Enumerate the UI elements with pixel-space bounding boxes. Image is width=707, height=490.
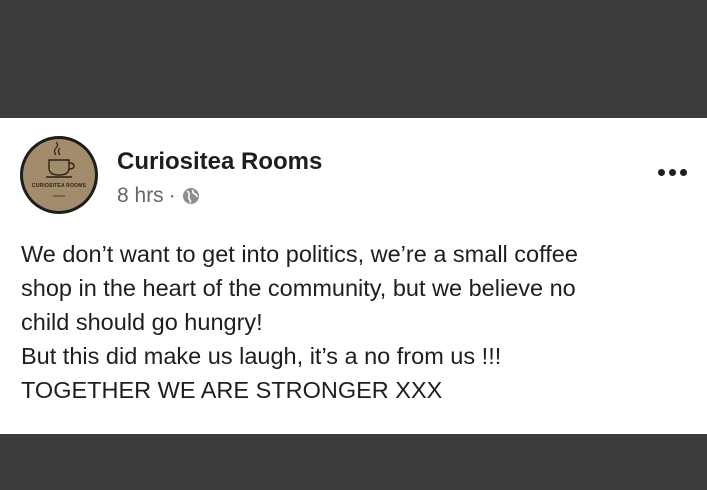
page-avatar[interactable]: CURIOSITEA ROOMS <box>20 136 98 214</box>
coffee-cup-icon <box>46 141 75 197</box>
page-name-link[interactable]: Curiositea Rooms <box>117 148 322 176</box>
post-text-line: But this did make us laugh, it’s a no fr… <box>21 343 502 369</box>
more-options-icon <box>657 168 665 176</box>
avatar-logo-text: CURIOSITEA ROOMS <box>31 183 87 189</box>
more-options-button[interactable] <box>650 160 694 184</box>
post-timestamp[interactable]: 8 hrs <box>117 184 164 208</box>
more-options-icon <box>668 168 676 176</box>
more-options-icon <box>679 168 687 176</box>
post-text-line: child should go hungry! <box>21 309 263 335</box>
globe-icon[interactable] <box>182 187 200 205</box>
post-body: We don’t want to get into politics, we’r… <box>21 237 691 407</box>
post-meta: 8 hrs · <box>117 184 200 208</box>
post-text-line: We don’t want to get into politics, we’r… <box>21 241 578 267</box>
meta-separator: · <box>168 184 176 207</box>
bottom-dark-band <box>0 434 707 490</box>
post-text-line: TOGETHER WE ARE STRONGER XXX <box>21 377 443 403</box>
post-text-line: shop in the heart of the community, but … <box>21 275 576 301</box>
top-dark-band <box>0 0 707 118</box>
